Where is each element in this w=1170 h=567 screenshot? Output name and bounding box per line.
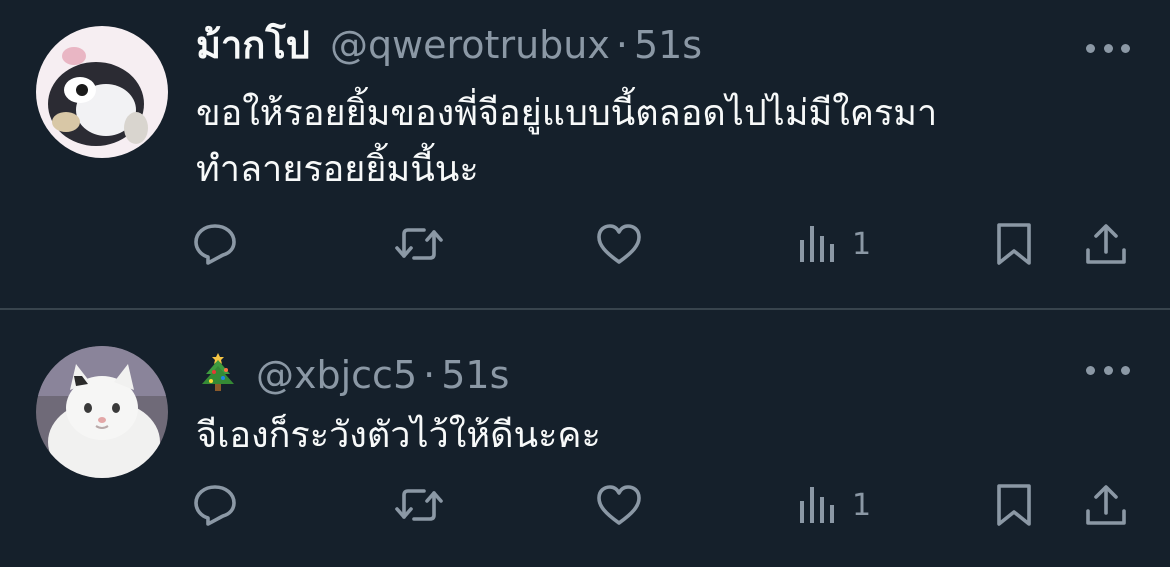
bookmark-button[interactable] — [994, 483, 1034, 527]
share-button[interactable] — [1084, 222, 1128, 266]
views-button[interactable]: 1 — [798, 222, 871, 266]
display-name[interactable]: ม้ากโป — [196, 22, 310, 68]
heart-icon — [597, 224, 641, 264]
white-cat-avatar-icon — [36, 346, 168, 478]
timestamp[interactable]: 51s — [441, 352, 509, 398]
separator-dot: · — [615, 23, 628, 67]
views-icon — [800, 487, 834, 523]
retweet-button[interactable] — [394, 222, 444, 266]
user-handle[interactable]: @qwerotrubux — [330, 22, 610, 68]
tweet-text-line: ขอให้รอยยิ้มของพี่จีอยู่แบบนี้ตลอดไปไม่ม… — [196, 93, 938, 134]
like-button[interactable] — [596, 483, 642, 527]
bookmark-icon — [997, 223, 1031, 265]
views-count: 1 — [852, 226, 872, 262]
views-count: 1 — [852, 487, 872, 523]
action-bar: 1 — [0, 475, 1170, 535]
share-button[interactable] — [1084, 483, 1128, 527]
penguin-plush-avatar-icon — [36, 26, 168, 158]
tweet-text: จีเองก็ระวังตัวไว้ให้ดีนะคะ — [196, 408, 1116, 464]
like-button[interactable] — [596, 222, 642, 266]
views-icon — [800, 226, 834, 262]
more-icon[interactable] — [1086, 42, 1130, 54]
action-bar: 1 — [0, 214, 1170, 274]
more-icon[interactable] — [1086, 364, 1130, 376]
tweet-text: ขอให้รอยยิ้มของพี่จีอยู่แบบนี้ตลอดไปไม่ม… — [196, 86, 1116, 198]
views-button[interactable]: 1 — [798, 483, 871, 527]
retweet-icon — [395, 228, 443, 260]
share-icon — [1086, 224, 1126, 264]
retweet-button[interactable] — [394, 483, 444, 527]
tweet-text-line: จีเองก็ระวังตัวไว้ให้ดีนะคะ — [196, 415, 601, 456]
tweet-header: ม้ากโป @qwerotrubux · 51s — [196, 22, 702, 68]
avatar[interactable] — [36, 26, 168, 158]
tweet[interactable]: ม้ากโป @qwerotrubux · 51s ขอให้รอยยิ้มขอ… — [0, 0, 1170, 308]
bookmark-button[interactable] — [994, 222, 1034, 266]
reply-button[interactable] — [192, 483, 238, 527]
reply-icon — [194, 224, 236, 265]
timestamp[interactable]: 51s — [634, 22, 702, 68]
bookmark-icon — [997, 484, 1031, 526]
share-icon — [1086, 485, 1126, 525]
retweet-icon — [395, 489, 443, 521]
user-handle[interactable]: @xbjcc5 — [256, 352, 417, 398]
christmas-tree-icon[interactable] — [196, 350, 240, 394]
reply-icon — [194, 485, 236, 526]
tweet[interactable]: @xbjcc5 · 51s จีเองก็ระวังตัวไว้ให้ดีนะค… — [0, 310, 1170, 567]
avatar[interactable] — [36, 346, 168, 478]
tweet-text-line: ทำลายรอยยิ้มนี้นะ — [196, 149, 479, 190]
separator-dot: · — [423, 353, 436, 397]
heart-icon — [597, 485, 641, 525]
reply-button[interactable] — [192, 222, 238, 266]
tweet-header: @xbjcc5 · 51s — [196, 344, 509, 398]
